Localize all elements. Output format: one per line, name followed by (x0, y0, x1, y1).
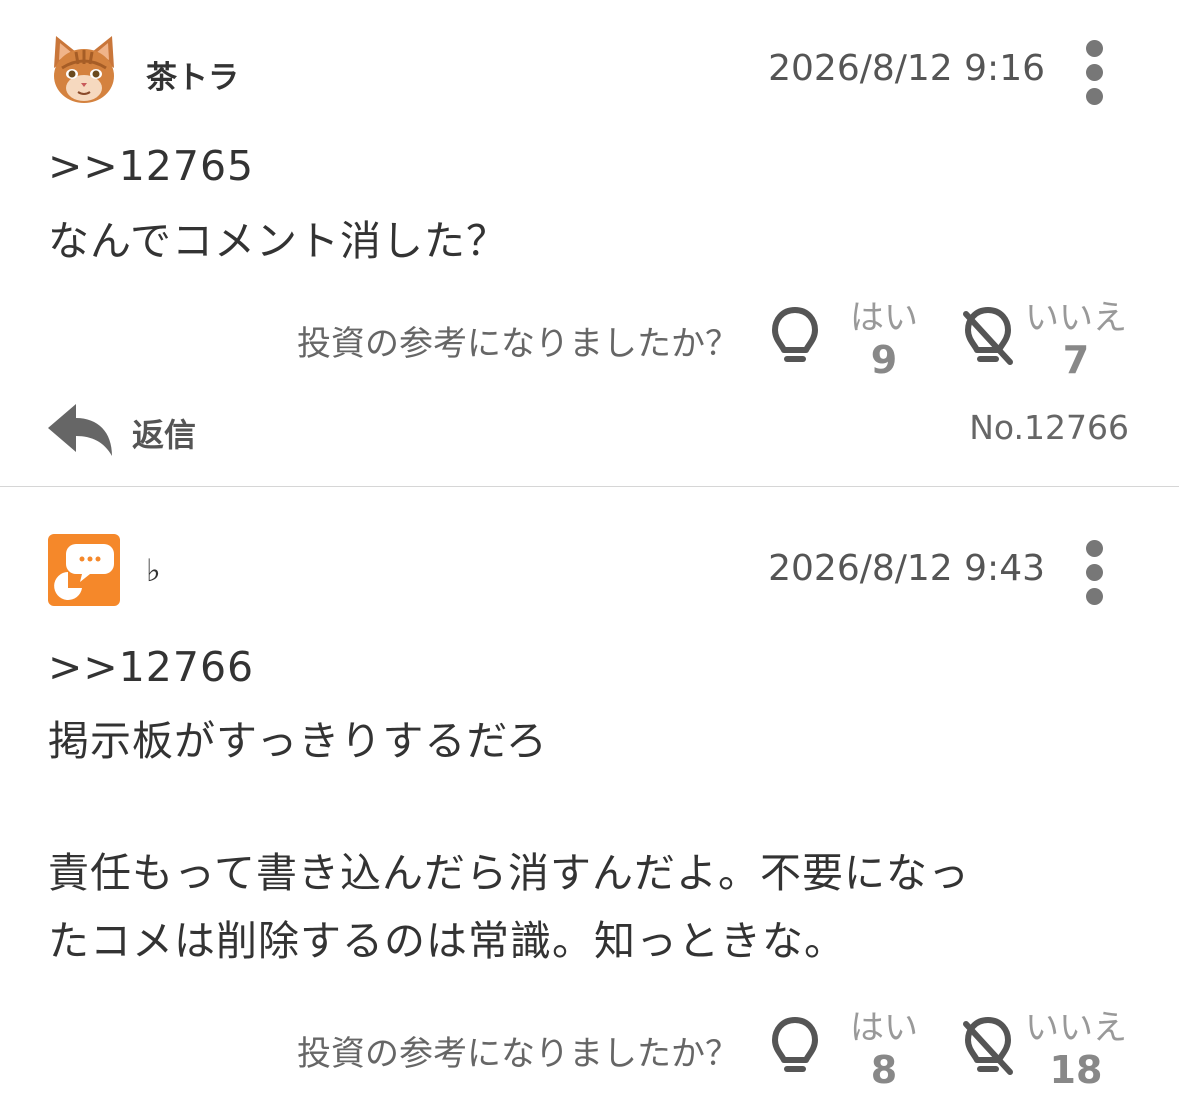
post: 茶トラ 2026/8/12 9:16 >>12765 なんでコメント消した？ 投… (0, 0, 1179, 486)
no-count: 7 (1062, 338, 1090, 382)
username[interactable]: ♭ (146, 553, 161, 589)
post-number: No.12766 (969, 408, 1129, 447)
lightbulb-icon[interactable] (770, 1016, 820, 1078)
yes-label: はい (850, 1008, 918, 1048)
lightbulb-off-icon[interactable] (960, 1016, 1016, 1078)
speech-bubble-icon (54, 544, 114, 600)
lightbulb-icon[interactable] (770, 306, 820, 368)
comment-text: たコメは削除するのは常識。知っときな。 (48, 917, 846, 965)
no-label: いいえ (1025, 1008, 1127, 1048)
post: ♭ 2026/8/12 9:43 >>12766 掲示板がすっきりするだろ 責任… (0, 487, 1179, 1106)
cat-avatar-icon (48, 34, 120, 106)
timestamp: 2026/8/12 9:43 (768, 548, 1045, 589)
more-menu-icon[interactable] (1082, 38, 1108, 108)
lightbulb-off-icon[interactable] (960, 306, 1016, 368)
username[interactable]: 茶トラ (146, 52, 239, 97)
comment-text: 掲示板がすっきりするだろ (48, 717, 548, 765)
no-label: いいえ (1025, 298, 1127, 338)
more-menu-icon[interactable] (1082, 538, 1108, 608)
reply-arrow-icon (48, 404, 112, 456)
reply-button[interactable]: 返信 (46, 400, 216, 460)
reply-anchor-link[interactable]: >>12766 (48, 643, 254, 691)
avatar[interactable] (48, 34, 120, 106)
reply-anchor-link[interactable]: >>12765 (48, 142, 254, 190)
yes-label: はい (850, 298, 918, 338)
no-count: 18 (1049, 1048, 1103, 1092)
vote-question: 投資の参考になりましたか？ (297, 1034, 739, 1074)
comment-text: 責任もって書き込んだら消すんだよ。不要になっ (48, 849, 970, 897)
vote-question: 投資の参考になりましたか？ (297, 324, 739, 364)
yes-count: 9 (870, 338, 898, 382)
comment-text: なんでコメント消した？ (48, 217, 508, 265)
timestamp: 2026/8/12 9:16 (768, 48, 1045, 89)
avatar[interactable] (48, 534, 120, 606)
reply-label: 返信 (132, 416, 197, 454)
yes-count: 8 (870, 1048, 898, 1092)
